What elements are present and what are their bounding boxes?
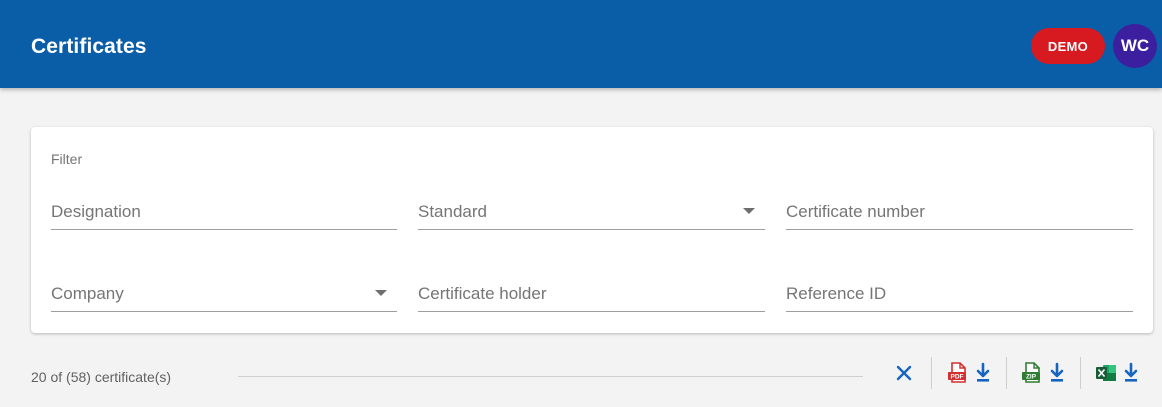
download-arrow-icon <box>1050 362 1064 382</box>
download-arrow-icon <box>976 362 990 382</box>
company-select[interactable] <box>51 280 397 312</box>
close-icon[interactable] <box>895 364 913 382</box>
clear-filter-button[interactable] <box>891 355 917 391</box>
filter-card: Filter <box>31 127 1153 333</box>
certificate-holder-input[interactable] <box>418 280 765 308</box>
page-title: Certificates <box>31 35 147 58</box>
standard-select[interactable] <box>418 198 765 230</box>
app-bar: Certificates DEMO WC <box>0 0 1162 88</box>
excel-file-icon <box>1096 365 1116 381</box>
toolbar-separator <box>1006 357 1007 389</box>
download-pdf-button[interactable]: PDF <box>939 355 999 391</box>
download-arrow-icon <box>1124 362 1138 382</box>
company-input[interactable] <box>51 280 397 308</box>
certificate-number-field <box>786 198 1133 230</box>
designation-input[interactable] <box>51 198 397 226</box>
results-divider <box>238 376 863 377</box>
download-zip-button[interactable]: ZIP <box>1013 355 1073 391</box>
download-excel-button[interactable] <box>1087 355 1147 391</box>
svg-text:ZIP: ZIP <box>1026 374 1037 381</box>
designation-field <box>51 198 397 230</box>
toolbar-separator <box>931 357 932 389</box>
reference-id-field <box>786 280 1133 312</box>
reference-id-input[interactable] <box>786 280 1133 308</box>
chevron-down-icon[interactable] <box>743 208 755 214</box>
zip-file-icon: ZIP <box>1022 362 1040 383</box>
certificate-holder-field <box>418 280 765 312</box>
toolbar-separator <box>1080 357 1081 389</box>
filter-label: Filter <box>51 151 83 167</box>
demo-badge: DEMO <box>1031 28 1105 64</box>
user-avatar[interactable]: WC <box>1113 24 1157 68</box>
chevron-down-icon[interactable] <box>375 290 387 296</box>
standard-input[interactable] <box>418 198 765 226</box>
certificate-number-input[interactable] <box>786 198 1133 226</box>
pdf-file-icon: PDF <box>948 362 966 383</box>
results-count: 20 of (58) certificate(s) <box>31 369 172 385</box>
svg-text:PDF: PDF <box>951 374 964 381</box>
results-toolbar: 20 of (58) certificate(s) PDF ZIP <box>31 355 1153 399</box>
